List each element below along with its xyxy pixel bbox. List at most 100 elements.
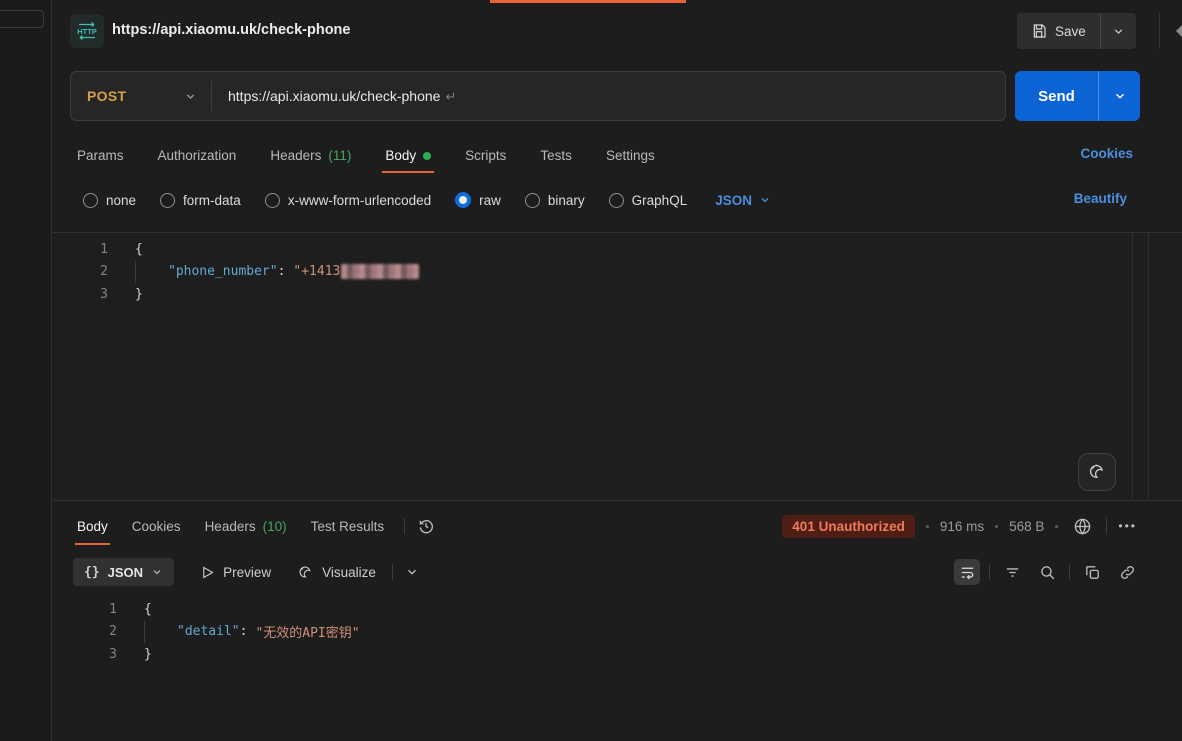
copy-button[interactable]: [1079, 559, 1105, 585]
line-number: 2: [53, 624, 117, 639]
tab-settings[interactable]: Settings: [589, 139, 672, 172]
indent-guide: [135, 261, 168, 283]
tab-headers[interactable]: Headers(11): [253, 139, 368, 172]
response-tab-cookies[interactable]: Cookies: [120, 505, 193, 547]
cookies-link[interactable]: Cookies: [1080, 146, 1133, 161]
json-separator: :: [240, 624, 248, 639]
wrap-text-icon: [959, 564, 976, 581]
toolbar-divider: [392, 564, 393, 580]
chevron-down-icon: [151, 566, 163, 578]
link-button[interactable]: [1114, 559, 1140, 585]
body-modified-dot-icon: [423, 152, 431, 160]
link-icon: [1119, 564, 1136, 581]
body-mode-radio-none[interactable]: none: [83, 193, 136, 208]
response-format-select[interactable]: {} JSON: [73, 558, 174, 586]
save-options-button[interactable]: [1100, 13, 1136, 49]
response-tab-test-results[interactable]: Test Results: [299, 505, 397, 547]
chevron-down-icon[interactable]: [405, 565, 419, 579]
line-number: 3: [53, 287, 108, 302]
request-body-editor[interactable]: 1 { 2 "phone_number":"+1413 3 }: [53, 232, 1182, 500]
tab-params[interactable]: Params: [60, 139, 141, 172]
magic-orb-icon: [1087, 462, 1107, 482]
editor-scrollbar[interactable]: [1132, 232, 1133, 500]
status-badge: 401 Unauthorized: [782, 515, 915, 538]
radio-icon: [265, 193, 280, 208]
tab-tests[interactable]: Tests: [523, 139, 589, 172]
response-separator: [53, 500, 1182, 501]
save-button[interactable]: Save: [1017, 13, 1100, 49]
method-select[interactable]: POST: [71, 88, 211, 104]
cursor-artifact: [1176, 25, 1182, 37]
line-number: 3: [53, 647, 117, 662]
body-mode-radio-urlencoded[interactable]: x-www-form-urlencoded: [265, 193, 431, 208]
response-more-options-button[interactable]: •••: [1118, 519, 1137, 533]
search-button[interactable]: [1034, 559, 1060, 585]
toolbar-right-divider: [1069, 564, 1070, 580]
line-number: 2: [53, 264, 108, 279]
search-icon: [1039, 564, 1056, 581]
url-input[interactable]: https://api.xiaomu.uk/check-phone↵: [212, 88, 1005, 105]
page-title: https://api.xiaomu.uk/check-phone: [112, 22, 350, 38]
radio-icon: [525, 193, 540, 208]
body-mode-radio-graphql[interactable]: GraphQL: [609, 193, 688, 208]
line-number: 1: [53, 242, 108, 257]
globe-icon: [1073, 517, 1092, 536]
json-value: "无效的API密钥": [255, 622, 359, 641]
beautify-link[interactable]: Beautify: [1074, 191, 1127, 206]
http-method-icon: HTTP: [70, 14, 104, 48]
body-mode-radio-binary[interactable]: binary: [525, 193, 585, 208]
preview-button[interactable]: Preview: [200, 565, 271, 580]
code-line: 3 }: [53, 643, 1182, 666]
json-value: "+1413: [293, 264, 340, 279]
response-history-button[interactable]: [413, 513, 439, 539]
tab-scripts[interactable]: Scripts: [448, 139, 523, 172]
send-options-button[interactable]: [1098, 71, 1140, 121]
filter-button[interactable]: [999, 559, 1025, 585]
status-divider: [1106, 518, 1107, 534]
send-split-button: Send: [1015, 71, 1140, 121]
sidebar-collapsed-item[interactable]: [0, 10, 44, 28]
json-key: "phone_number": [168, 264, 278, 279]
radio-icon: [83, 193, 98, 208]
line-number: 1: [53, 602, 117, 617]
code-line: 1 {: [53, 238, 1182, 261]
body-mode-row: none form-data x-www-form-urlencoded raw…: [83, 188, 771, 212]
body-mode-radio-form-data[interactable]: form-data: [160, 193, 241, 208]
dot-separator: [926, 525, 929, 528]
redacted-phone-value: [341, 264, 419, 279]
response-tab-headers[interactable]: Headers(10): [193, 505, 299, 547]
tab-body[interactable]: Body: [368, 139, 448, 172]
chevron-down-icon: [1113, 89, 1127, 103]
code-line: 1 {: [53, 598, 1182, 621]
visualize-button[interactable]: Visualize: [297, 564, 376, 581]
response-tab-body[interactable]: Body: [65, 505, 120, 547]
response-time: 916 ms: [940, 519, 984, 534]
play-icon: [200, 565, 215, 580]
code-line: 3 }: [53, 283, 1182, 306]
headers-count-badge: (11): [328, 148, 351, 163]
body-mode-radio-raw[interactable]: raw: [455, 192, 501, 208]
body-language-select[interactable]: JSON: [715, 193, 771, 208]
editor-edge-divider: [1148, 232, 1149, 500]
radio-selected-icon: [455, 192, 471, 208]
postbot-button[interactable]: [1078, 453, 1116, 491]
request-url-bar: POST https://api.xiaomu.uk/check-phone↵: [70, 71, 1006, 121]
send-button[interactable]: Send: [1015, 71, 1098, 121]
response-body-viewer[interactable]: 1 { 2 "detail": "无效的API密钥" 3 }: [53, 592, 1182, 702]
tab-authorization[interactable]: Authorization: [141, 139, 254, 172]
magic-orb-icon: [297, 564, 314, 581]
collapsed-sidebar: [0, 0, 52, 741]
response-size: 568 B: [1009, 519, 1044, 534]
filter-icon: [1004, 564, 1021, 581]
json-key: "detail": [177, 624, 240, 639]
wrap-text-button[interactable]: [954, 559, 980, 585]
response-tabs: Body Cookies Headers(10) Test Results: [65, 505, 439, 547]
response-toolbar: {} JSON Preview Visualize: [73, 556, 419, 588]
chevron-down-icon: [1112, 25, 1125, 38]
history-clock-icon: [417, 517, 435, 535]
radio-icon: [609, 193, 624, 208]
chevron-down-icon: [759, 194, 771, 206]
response-status-cluster: 401 Unauthorized 916 ms 568 B •••: [782, 511, 1137, 541]
network-info-button[interactable]: [1069, 513, 1095, 539]
code-line: 2 "phone_number":"+1413: [53, 261, 1182, 284]
